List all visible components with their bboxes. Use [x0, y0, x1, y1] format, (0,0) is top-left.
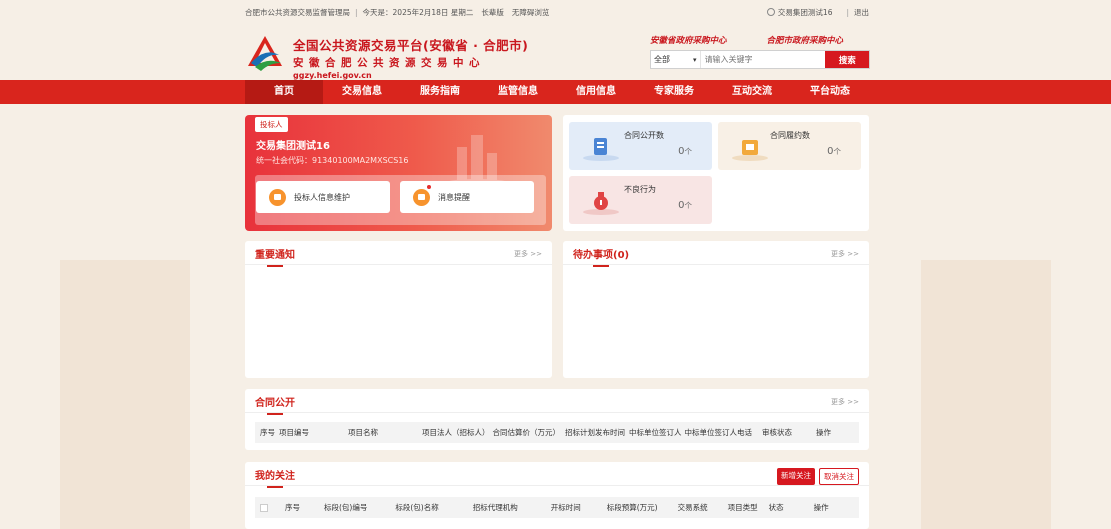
company-name: 交易集团测试16 — [256, 141, 330, 152]
follow-title: 我的关注 — [255, 467, 295, 488]
platform-url: ggzy.hefei.gov.cn — [293, 71, 372, 80]
search-scope-select[interactable]: 全部 ▾ — [651, 51, 701, 68]
contract-table-header: 序号 项目编号 项目名称 项目法人（招标人） 合同估算价（万元） 招标计划发布时… — [255, 422, 859, 443]
separator: | — [355, 7, 358, 17]
column-header: 操作 — [813, 503, 829, 512]
role-badge: 投标人 — [255, 117, 288, 132]
logout-link[interactable]: 退出 — [854, 7, 869, 18]
column-header: 项目编号 — [279, 428, 309, 437]
nav-item-service-guide[interactable]: 服务指南 — [401, 80, 479, 104]
panel-header: 待办事项(0) 更多 >> — [563, 241, 869, 267]
column-header: 审核状态 — [762, 428, 792, 437]
stat-unit: 个 — [684, 201, 693, 210]
column-header: 标段预算(万元) — [606, 503, 658, 512]
credit-code: 统一社会代码：91340100MA2MXSCS16 — [256, 156, 409, 165]
column-header: 中标单位签订人 — [629, 428, 682, 437]
nav-item-news[interactable]: 平台动态 — [791, 80, 869, 104]
stat-unit: 个 — [833, 147, 842, 156]
contract-panel: 合同公开 更多 >> 序号 项目编号 项目名称 项目法人（招标人） 合同估算价（… — [245, 389, 869, 450]
nav-item-trade-info[interactable]: 交易信息 — [323, 80, 401, 104]
notice-title: 重要通知 — [255, 246, 295, 267]
today-date: 今天是：2025年2月18日 星期二 — [362, 7, 474, 17]
column-header: 标段(包)名称 — [395, 503, 439, 512]
panel-header: 我的关注 新增关注 取消关注 — [245, 462, 869, 488]
follow-table-header: 序号 标段(包)编号 标段(包)名称 招标代理机构 开标时间 标段预算(万元) … — [255, 497, 859, 518]
accessible-link[interactable]: 无障碍浏览 — [512, 7, 550, 18]
stat-bad-behavior[interactable]: 不良行为 0个 — [569, 176, 712, 224]
panel-header: 合同公开 更多 >> — [245, 389, 869, 415]
column-header: 招标计划发布时间 — [565, 428, 625, 437]
top-bar: 合肥市公共资源交易监督管理局 | 今天是：2025年2月18日 星期二 长辈版 … — [0, 0, 1111, 24]
column-header: 开标时间 — [550, 503, 581, 512]
chevron-down-icon: ▾ — [693, 55, 697, 64]
search-bar: 全部 ▾ 搜索 — [650, 50, 870, 69]
nav-item-interaction[interactable]: 互动交流 — [713, 80, 791, 104]
select-all-checkbox[interactable] — [260, 503, 268, 512]
column-header: 交易系统 — [677, 503, 708, 512]
city-procurement-link[interactable]: 合肥市政府采购中心 — [767, 34, 844, 46]
stat-label: 合同履约数 — [770, 131, 810, 140]
todo-more-link[interactable]: 更多 >> — [831, 249, 859, 259]
notice-panel: 重要通知 更多 >> — [245, 241, 552, 378]
main-nav: 首页 交易信息 服务指南 监管信息 信用信息 专家服务 互动交流 平台动态 — [0, 80, 1111, 104]
elder-mode-link[interactable]: 长辈版 — [481, 7, 504, 18]
platform-logo-icon[interactable] — [245, 33, 285, 73]
side-decoration-right — [921, 260, 1051, 529]
site-header: 全国公共资源交易平台(安徽省 · 合肥市) 安徽合肥公共资源交易中心 ggzy.… — [0, 24, 1111, 80]
stat-contract-public[interactable]: 合同公开数 0个 — [569, 122, 712, 170]
column-header: 序号 — [285, 503, 300, 512]
nav-item-expert[interactable]: 专家服务 — [635, 80, 713, 104]
platform-title: 全国公共资源交易平台(安徽省 · 合肥市) — [293, 38, 529, 53]
stat-unit: 个 — [684, 147, 693, 156]
column-header: 中标单位签订人电话 — [684, 428, 753, 437]
stat-label: 合同公开数 — [624, 131, 664, 140]
search-input[interactable] — [700, 51, 826, 68]
document-icon — [583, 138, 619, 161]
search-button[interactable]: 搜索 — [825, 51, 869, 68]
nav-item-home[interactable]: 首页 — [245, 80, 323, 104]
column-header: 序号 — [260, 428, 275, 437]
search-scope-value: 全部 — [654, 55, 670, 64]
panel-header: 重要通知 更多 >> — [245, 241, 552, 267]
org-name: 合肥市公共资源交易监督管理局 — [245, 7, 350, 17]
column-header: 标段(包)编号 — [324, 503, 368, 512]
contract-more-link[interactable]: 更多 >> — [831, 397, 859, 407]
notification-dot — [426, 184, 432, 190]
column-header: 招标代理机构 — [472, 503, 518, 512]
bidder-info-label: 投标人信息维护 — [294, 192, 350, 202]
follow-panel: 我的关注 新增关注 取消关注 序号 标段(包)编号 标段(包)名称 招标代理机构… — [245, 462, 869, 529]
column-header: 项目法人（招标人） — [422, 428, 490, 437]
add-follow-button[interactable]: 新增关注 — [777, 468, 815, 485]
column-header: 状态 — [768, 503, 784, 512]
side-decoration-left — [60, 260, 190, 529]
column-header: 项目类型 — [727, 503, 758, 512]
column-header: 合同估算价（万元） — [492, 428, 561, 437]
message-reminder-label: 消息提醒 — [438, 192, 470, 202]
todo-title: 待办事项(0) — [573, 246, 629, 267]
column-header: 项目名称 — [348, 428, 378, 437]
warning-bottle-icon — [583, 192, 619, 215]
profile-card: 投标人 交易集团测试16 统一社会代码：91340100MA2MXSCS16 投… — [245, 115, 552, 231]
contract-title: 合同公开 — [255, 394, 295, 415]
platform-subtitle: 安徽合肥公共资源交易中心 — [293, 57, 485, 69]
bell-icon — [413, 188, 430, 206]
stats-card: 合同公开数 0个 合同履约数 0个 不良行为 0个 — [563, 115, 869, 231]
id-card-icon — [269, 188, 286, 206]
nav-item-supervision[interactable]: 监管信息 — [479, 80, 557, 104]
todo-panel: 待办事项(0) 更多 >> — [563, 241, 869, 378]
notice-more-link[interactable]: 更多 >> — [514, 249, 542, 259]
current-user[interactable]: 交易集团测试16 — [778, 7, 833, 18]
bidder-info-button[interactable]: 投标人信息维护 — [256, 181, 390, 213]
stat-contract-perform[interactable]: 合同履约数 0个 — [718, 122, 861, 170]
province-procurement-link[interactable]: 安徽省政府采购中心 — [650, 34, 727, 46]
column-header: 操作 — [816, 428, 831, 437]
nav-item-credit[interactable]: 信用信息 — [557, 80, 635, 104]
folder-icon — [732, 140, 768, 161]
user-icon — [766, 8, 775, 16]
separator: | — [846, 7, 849, 17]
stat-label: 不良行为 — [624, 185, 656, 194]
cancel-follow-button[interactable]: 取消关注 — [819, 468, 859, 485]
message-reminder-button[interactable]: 消息提醒 — [400, 181, 534, 213]
